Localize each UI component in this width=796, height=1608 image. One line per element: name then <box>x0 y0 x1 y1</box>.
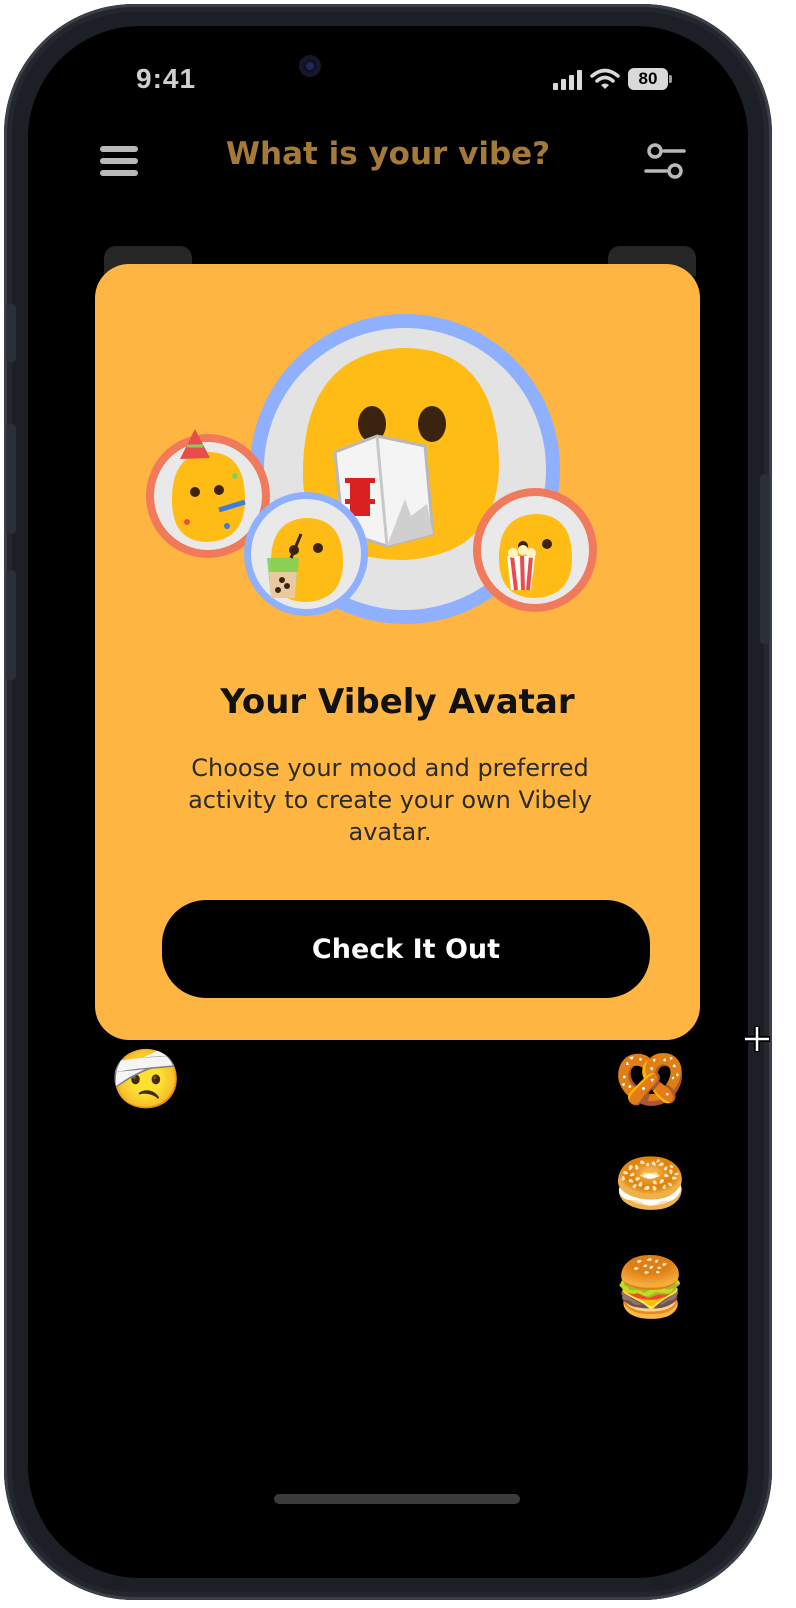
food-list: 🥨 🥯 🍔 <box>614 1046 686 1320</box>
power-button <box>760 474 770 644</box>
action-button <box>6 304 16 362</box>
mood-emoji-sweat-smile[interactable]: 😅 <box>110 1254 176 1320</box>
app-screen: 9:41 80 What is your vibe? 🤕 😎 😅 🥨 🥯 🍔 Y… <box>28 26 748 1578</box>
avatar-illustration <box>146 314 597 624</box>
cellular-signal-icon <box>553 70 582 90</box>
mood-emoji-injured[interactable]: 🤕 <box>110 1046 182 1112</box>
popcorn-avatar-icon <box>473 488 597 612</box>
volume-up-button <box>6 424 16 534</box>
modal-description: Choose your mood and preferred activity … <box>188 754 592 846</box>
volume-down-button <box>6 570 16 680</box>
wifi-icon <box>590 68 620 89</box>
boba-avatar-icon <box>244 492 368 616</box>
food-emoji-bagel[interactable]: 🥯 <box>614 1150 686 1216</box>
modal-title: Your Vibely Avatar <box>220 682 575 722</box>
list-bottom-mask <box>28 1358 748 1438</box>
filter-settings-icon[interactable] <box>644 142 686 180</box>
food-emoji-pretzel[interactable]: 🥨 <box>614 1046 686 1112</box>
front-camera <box>299 55 321 77</box>
status-time: 9:41 <box>136 63 197 94</box>
check-it-out-button[interactable]: Check It Out <box>162 900 650 998</box>
battery-indicator: 80 <box>628 68 672 90</box>
crosshair-cursor-icon <box>744 1026 770 1052</box>
avatar-promo-card: Your Vibely Avatar Choose your mood and … <box>95 264 700 1040</box>
page-title: What is your vibe? <box>225 136 551 172</box>
food-emoji-burger[interactable]: 🍔 <box>614 1254 686 1320</box>
mood-emoji-cool[interactable]: 😎 <box>110 1150 176 1216</box>
mood-list: 🤕 😎 😅 <box>110 1046 182 1320</box>
home-indicator[interactable] <box>274 1494 520 1504</box>
status-icons: 80 <box>553 68 672 90</box>
phone-frame: 9:41 80 What is your vibe? 🤕 😎 😅 🥨 🥯 🍔 Y… <box>4 4 772 1600</box>
